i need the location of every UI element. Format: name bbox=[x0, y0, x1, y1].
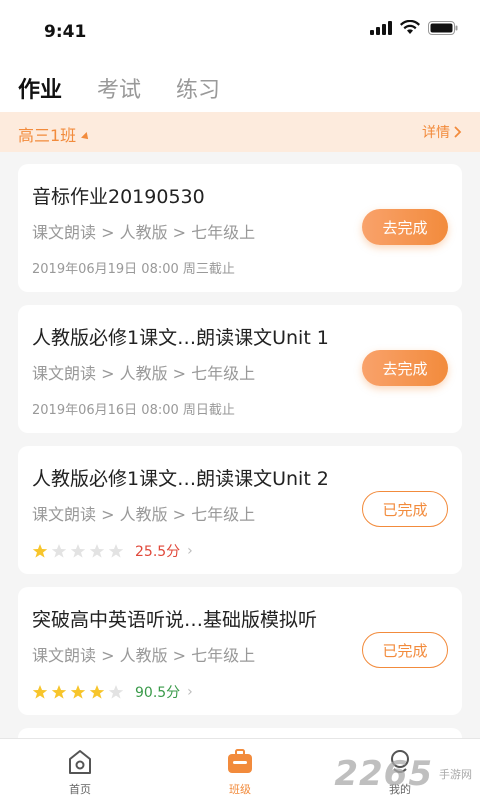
status-bar: 9:41 bbox=[0, 0, 480, 60]
score-value: 25.5分 bbox=[135, 544, 181, 560]
class-name: 高三1班 bbox=[18, 126, 77, 145]
top-tabs: 作业 考试 练习 bbox=[0, 60, 480, 112]
watermark-site: 手游网 bbox=[439, 768, 472, 781]
dropdown-triangle-icon bbox=[81, 132, 92, 142]
assignment-path: 课文朗读 > 人教版 > 七年级上 bbox=[32, 223, 256, 242]
go-complete-button[interactable]: 去完成 bbox=[362, 350, 448, 386]
chevron-right-icon bbox=[454, 126, 462, 138]
assignment-title: 突破高中英语听说…基础版模拟听 bbox=[32, 609, 318, 631]
nav-class-label: 班级 bbox=[229, 783, 251, 796]
battery-icon bbox=[428, 20, 458, 35]
chevron-right-icon: › bbox=[187, 543, 193, 559]
assignment-path: 课文朗读 > 人教版 > 七年级上 bbox=[32, 364, 256, 383]
rating[interactable]: 25.5分 › bbox=[32, 541, 193, 561]
star-empty-icon bbox=[89, 544, 105, 558]
star-filled-icon bbox=[89, 685, 105, 699]
star-filled-icon bbox=[70, 685, 86, 699]
assignment-deadline: 2019年06月19日 08:00 周三截止 bbox=[32, 262, 235, 277]
star-empty-icon bbox=[70, 544, 86, 558]
signal-icon bbox=[370, 20, 392, 35]
star-rating bbox=[32, 543, 124, 559]
watermark-brand: 2265 bbox=[334, 754, 433, 794]
home-icon bbox=[69, 750, 91, 774]
nav-home[interactable]: 首页 bbox=[40, 747, 120, 797]
assignment-card[interactable]: 突破高中英语听说…基础版模拟听 课文朗读 > 人教版 > 七年级上 90.5分 … bbox=[18, 587, 462, 715]
detail-link[interactable]: 详情 bbox=[422, 122, 462, 142]
rating[interactable]: 90.5分 › bbox=[32, 682, 193, 702]
wifi-icon bbox=[400, 20, 420, 34]
assignment-card[interactable]: 人教版必修1课文…朗读课文Unit 1 课文朗读 > 人教版 > 七年级上 20… bbox=[18, 305, 462, 433]
assignment-card[interactable]: 音标作业20190530 课文朗读 > 人教版 > 七年级上 2019年06月1… bbox=[18, 164, 462, 292]
tab-exam[interactable]: 考试 bbox=[97, 72, 141, 104]
completed-button[interactable]: 已完成 bbox=[362, 632, 448, 668]
status-time: 9:41 bbox=[44, 22, 87, 42]
star-filled-icon bbox=[32, 685, 48, 699]
assignment-card[interactable]: 人教版必修1课文…朗读课文Unit 2 课文朗读 > 人教版 > 七年级上 25… bbox=[18, 446, 462, 574]
star-empty-icon bbox=[51, 544, 67, 558]
star-empty-icon bbox=[108, 685, 124, 699]
watermark: 2265 手游网 bbox=[334, 754, 472, 794]
completed-button[interactable]: 已完成 bbox=[362, 491, 448, 527]
star-filled-icon bbox=[32, 544, 48, 558]
class-icon bbox=[228, 749, 252, 773]
nav-home-label: 首页 bbox=[69, 783, 91, 796]
nav-class[interactable]: 班级 bbox=[200, 747, 280, 797]
class-selector[interactable]: 高三1班 bbox=[18, 122, 92, 146]
detail-label: 详情 bbox=[422, 125, 450, 141]
chevron-right-icon: › bbox=[187, 684, 193, 700]
class-bar: 高三1班 详情 bbox=[0, 112, 480, 152]
assignment-path: 课文朗读 > 人教版 > 七年级上 bbox=[32, 646, 256, 665]
system-icons bbox=[370, 20, 458, 35]
assignment-deadline: 2019年06月16日 08:00 周日截止 bbox=[32, 403, 235, 418]
tab-homework[interactable]: 作业 bbox=[18, 72, 62, 104]
tab-practice[interactable]: 练习 bbox=[176, 72, 220, 104]
star-empty-icon bbox=[108, 544, 124, 558]
assignment-title: 人教版必修1课文…朗读课文Unit 1 bbox=[32, 327, 329, 349]
star-filled-icon bbox=[51, 685, 67, 699]
assignment-title: 音标作业20190530 bbox=[32, 186, 205, 208]
score-value: 90.5分 bbox=[135, 685, 181, 701]
assignment-title: 人教版必修1课文…朗读课文Unit 2 bbox=[32, 468, 329, 490]
star-rating bbox=[32, 684, 124, 700]
assignment-path: 课文朗读 > 人教版 > 七年级上 bbox=[32, 505, 256, 524]
go-complete-button[interactable]: 去完成 bbox=[362, 209, 448, 245]
